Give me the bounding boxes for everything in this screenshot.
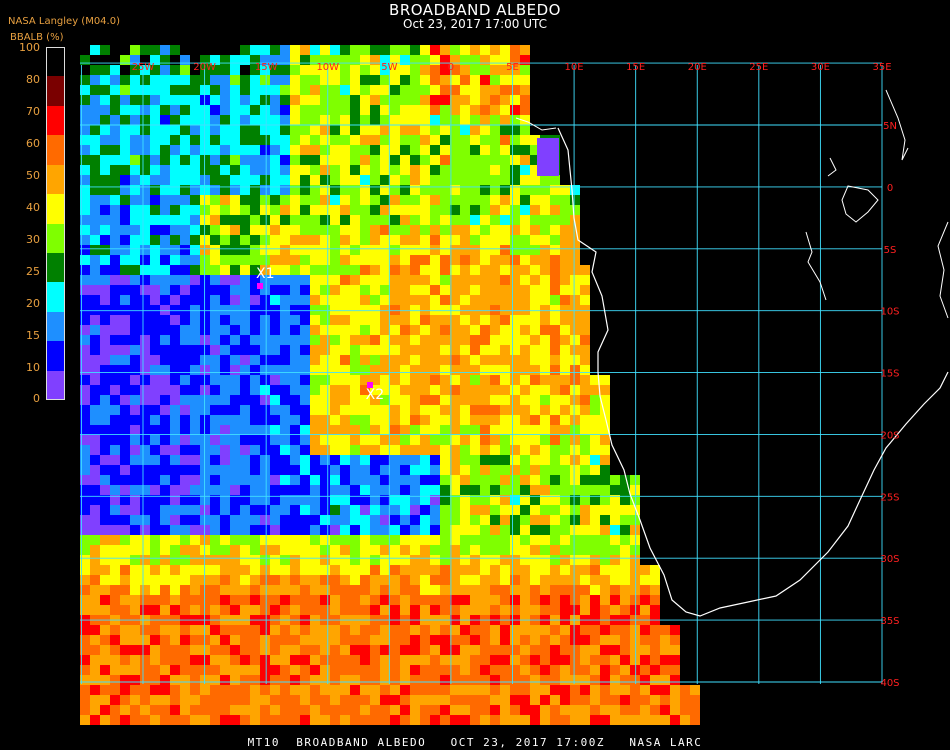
lon-label: 5W [381, 62, 397, 73]
legend-label: 50 [26, 169, 40, 182]
footer-caption: MT10 BROADBAND ALBEDO OCT 23, 2017 17:00… [247, 736, 703, 749]
lat-label: 15S [880, 369, 899, 380]
lon-label: 15W [255, 62, 278, 73]
lon-label: 25W [132, 62, 155, 73]
source-label: NASA Langley (M04.0) [8, 16, 120, 27]
lat-label: 10S [880, 307, 899, 318]
albedo-map: 25W 20W 15W 10W 5W 0 5E 10E 15E 20E 25E 30E 35E 5N 0 5S… [80, 45, 949, 725]
legend-label: 80 [26, 73, 40, 86]
marker-label: X2 [365, 386, 385, 403]
legend-label: 20 [26, 297, 40, 310]
legend-label: 30 [26, 233, 40, 246]
marker-dot [257, 282, 263, 289]
lon-label: 20E [688, 62, 707, 73]
lon-label: 35E [872, 62, 891, 73]
lon-label: 10W [316, 62, 339, 73]
legend-label: 100 [19, 41, 40, 54]
legend-label: 40 [26, 201, 40, 214]
lon-label: 0 [448, 62, 454, 73]
lat-label: 30S [880, 554, 899, 565]
lon-label: 10E [565, 62, 584, 73]
legend-label: 25 [26, 265, 40, 278]
lat-label: 0 [887, 183, 893, 194]
lon-label: 25E [749, 62, 768, 73]
marker-label: X1 [256, 265, 275, 282]
lat-label: 5N [883, 121, 897, 132]
lat-label: 20S [880, 430, 899, 441]
map-datetime: Oct 23, 2017 17:00 UTC [403, 17, 547, 31]
lon-label: 5E [506, 62, 519, 73]
legend-label: 15 [26, 329, 40, 342]
legend-label: 0 [33, 392, 40, 405]
lat-label: 35S [880, 616, 899, 627]
legend-label: 60 [26, 137, 40, 150]
legend-label: 70 [26, 105, 40, 118]
lat-label: 5S [884, 245, 897, 256]
satellite-imagery [80, 45, 700, 725]
lon-label: 20W [193, 62, 216, 73]
lat-label: 40S [880, 678, 899, 689]
color-legend [46, 47, 65, 401]
legend-label: 10 [26, 361, 40, 374]
lat-label: 25S [880, 492, 899, 503]
lon-label: 30E [811, 62, 830, 73]
lon-label: 15E [626, 62, 645, 73]
